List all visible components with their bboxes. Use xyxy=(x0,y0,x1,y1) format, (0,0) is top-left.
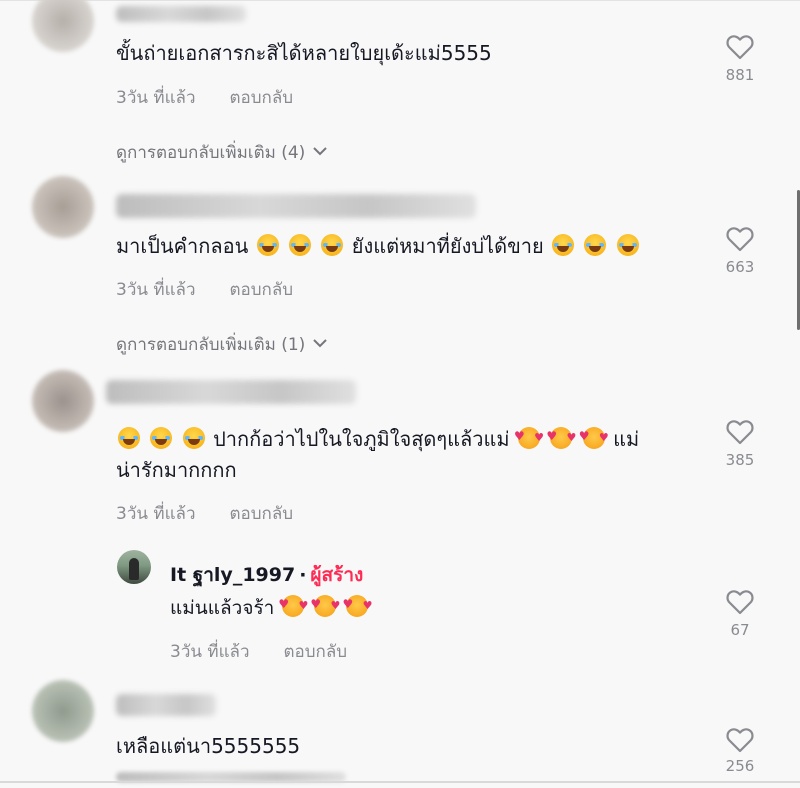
avatar[interactable] xyxy=(32,0,94,52)
view-more-label[interactable]: ดูการตอบกลับเพิ่มเติม (4) xyxy=(116,143,305,163)
like-count: 881 xyxy=(725,66,755,84)
smiling-face-with-hearts-icon xyxy=(546,421,576,453)
chevron-down-icon[interactable] xyxy=(313,141,328,161)
comment-text-line2: น่ารักมากกกก xyxy=(116,458,237,482)
reply-username[interactable]: It ฐาly_1997 xyxy=(170,564,295,586)
reply-author[interactable]: It ฐาly_1997 · ผู้สร้าง xyxy=(170,560,363,590)
comment-time: 3วัน ที่แล้ว xyxy=(116,504,196,524)
face-with-tears-of-joy-icon xyxy=(118,427,140,449)
face-with-tears-of-joy-icon xyxy=(584,234,607,256)
smiling-face-with-hearts-icon xyxy=(579,421,609,453)
heart-outline-icon[interactable] xyxy=(726,727,754,753)
username-blurred[interactable] xyxy=(116,6,246,22)
username-blurred[interactable] xyxy=(106,380,356,404)
username-blurred[interactable] xyxy=(116,194,476,218)
comment-meta: 3วัน ที่แล้ว ตอบกลับ xyxy=(116,276,293,303)
smiling-face-with-hearts-icon xyxy=(514,421,544,453)
avatar[interactable] xyxy=(32,370,94,432)
view-more-replies[interactable]: ดูการตอบกลับเพิ่มเติม (1) xyxy=(116,331,328,358)
smiling-face-with-hearts-icon xyxy=(342,589,372,621)
reply-button[interactable]: ตอบกลับ xyxy=(284,642,348,662)
face-with-tears-of-joy-icon xyxy=(616,234,639,256)
comment-text-part: แม่ xyxy=(613,427,640,451)
face-with-tears-of-joy-icon xyxy=(289,234,311,256)
heart-outline-icon[interactable] xyxy=(726,226,754,252)
like-button[interactable]: 256 xyxy=(712,727,768,775)
smiling-face-with-hearts-icon xyxy=(310,589,340,621)
avatar[interactable] xyxy=(32,680,94,742)
comment-text-part: มาเป็นคำกลอน xyxy=(116,234,249,258)
heart-outline-icon[interactable] xyxy=(726,589,754,615)
avatar-figure xyxy=(129,558,139,580)
face-with-tears-of-joy-icon xyxy=(552,234,575,256)
like-button[interactable]: 663 xyxy=(712,226,768,276)
comment-text: ขั้นถ่ายเอกสารกะสิได้หลายใบยุเด้ะแม่5555 xyxy=(116,41,492,65)
comment-meta: 3วัน ที่แล้ว ตอบกลับ xyxy=(116,84,293,111)
like-count: 663 xyxy=(725,258,755,276)
bottom-divider xyxy=(0,781,800,783)
creator-avatar[interactable] xyxy=(117,550,151,584)
comment-text: มาเป็นคำกลอน ยังแต่หมาที่ยังบ่ได้ขาย xyxy=(116,231,641,261)
like-count: 67 xyxy=(730,621,750,639)
comment-time: 3วัน ที่แล้ว xyxy=(116,280,196,300)
like-count: 385 xyxy=(725,451,755,469)
reply-button[interactable]: ตอบกลับ xyxy=(230,88,294,108)
comment-text: เหลือแต่นา5555555 xyxy=(116,734,301,758)
view-more-replies[interactable]: ดูการตอบกลับเพิ่มเติม (4) xyxy=(116,139,328,166)
heart-outline-icon[interactable] xyxy=(726,419,754,445)
face-with-tears-of-joy-icon xyxy=(256,234,279,256)
comment-meta: 3วัน ที่แล้ว ตอบกลับ xyxy=(116,500,293,527)
like-button[interactable]: 67 xyxy=(712,589,768,639)
creator-badge: ผู้สร้าง xyxy=(310,564,364,586)
reply-text-part: แม่นแล้วจร้า xyxy=(170,597,275,619)
heart-outline-icon[interactable] xyxy=(726,34,754,60)
smiling-face-with-hearts-icon xyxy=(278,589,308,621)
reply-text: แม่นแล้วจร้า xyxy=(170,589,372,623)
like-button[interactable]: 881 xyxy=(712,34,768,84)
reply-meta: 3วัน ที่แล้ว ตอบกลับ xyxy=(170,638,347,665)
comment-text: ปากก้อว่าไปในใจภูมิใจสุดๆแล้วแม่ แม่ xyxy=(116,421,640,454)
face-with-tears-of-joy-icon xyxy=(182,427,205,449)
comment-text-part: ยังแต่หมาที่ยังบ่ได้ขาย xyxy=(351,234,544,258)
view-more-label[interactable]: ดูการตอบกลับเพิ่มเติม (1) xyxy=(116,335,305,355)
reply-button[interactable]: ตอบกลับ xyxy=(230,280,294,300)
like-count: 256 xyxy=(725,757,755,775)
username-blurred[interactable] xyxy=(116,694,216,716)
top-divider xyxy=(0,0,800,1)
comment-text-part: ปากก้อว่าไปในใจภูมิใจสุดๆแล้วแม่ xyxy=(213,427,510,451)
chevron-down-icon[interactable] xyxy=(313,333,328,353)
avatar[interactable] xyxy=(32,176,94,238)
like-button[interactable]: 385 xyxy=(712,419,768,469)
reply-button[interactable]: ตอบกลับ xyxy=(230,504,294,524)
reply-time: 3วัน ที่แล้ว xyxy=(170,642,250,662)
face-with-tears-of-joy-icon xyxy=(150,427,173,449)
separator-dot: · xyxy=(299,564,307,586)
comment-time: 3วัน ที่แล้ว xyxy=(116,88,196,108)
face-with-tears-of-joy-icon xyxy=(321,234,344,256)
